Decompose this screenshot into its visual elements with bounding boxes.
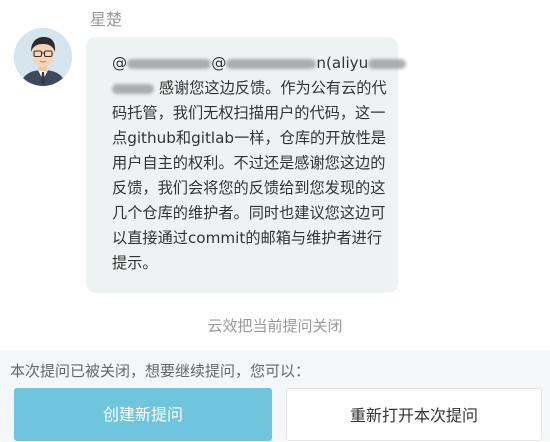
redacted-username xyxy=(127,58,212,69)
redacted-username xyxy=(368,58,407,69)
message-bubble: @ @ n(aliyu 感谢您这边反馈。作为公有云的代码托管，我们无权扫描用户的代码… xyxy=(86,37,407,293)
create-question-button[interactable]: 创建新提问 xyxy=(14,388,272,441)
redacted-username xyxy=(112,83,154,94)
mention-visible-fragment: n(aliyu xyxy=(316,54,369,72)
sender-name: 星楚 xyxy=(90,10,123,29)
closed-prompt: 本次提问已被关闭，想要继续提问，您可以： xyxy=(10,362,311,380)
avatar xyxy=(14,28,72,86)
redacted-username xyxy=(226,58,317,69)
reopen-question-button[interactable]: 重新打开本次提问 xyxy=(286,388,542,441)
avatar-illustration-icon xyxy=(14,28,72,86)
message-body: 代码托管，我们无权扫描用户的代码，这一点github和gitlab一样，仓库的开… xyxy=(112,79,387,272)
message-text: @ @ n(aliyu 感谢您这边反馈。作为公有云的代码托管，我们无权扫描用户的代码… xyxy=(112,51,407,276)
system-note: 云效把当前提问关闭 xyxy=(207,317,343,335)
mention-at: @ xyxy=(112,54,128,72)
mention-at-second: @ xyxy=(211,54,227,72)
message-line-1: 感谢您这边反馈。作为公有云的 xyxy=(158,79,372,97)
mention-line: @ @ n(aliyu xyxy=(112,51,407,76)
